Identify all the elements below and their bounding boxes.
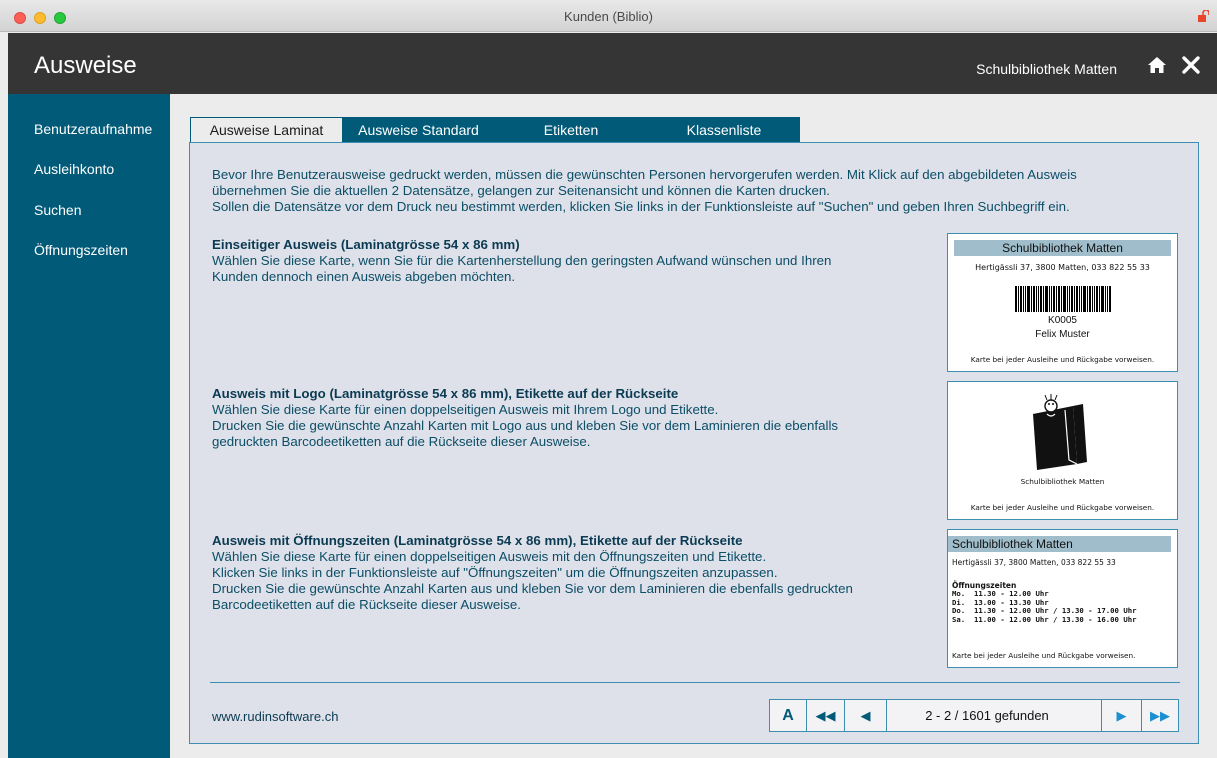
- sidebar-item-suchen[interactable]: Suchen: [34, 202, 81, 218]
- record-pager: A ◀◀ ◀ 2 - 2 / 1601 gefunden ▶ ▶▶: [769, 699, 1179, 732]
- sidebar-item-ausleihkonto[interactable]: Ausleihkonto: [34, 161, 114, 177]
- tab-ausweise-laminat[interactable]: Ausweise Laminat: [190, 117, 343, 144]
- opening-hours-row: Sa. 11.00 - 12.00 Uhr / 13.30 - 16.00 Uh…: [952, 614, 1137, 624]
- card-library: Schulbibliothek Matten: [948, 536, 1171, 552]
- card-footer: Karte bei jeder Ausleihe und Rückgabe vo…: [952, 651, 1136, 660]
- tab-ausweise-standard[interactable]: Ausweise Standard: [343, 117, 494, 143]
- section-line: Wählen Sie diese Karte für einen doppels…: [212, 549, 767, 564]
- section-einseitiger-ausweis: Einseitiger Ausweis (Laminatgrösse 54 x …: [212, 237, 932, 285]
- unlocked-icon[interactable]: [1198, 10, 1209, 22]
- record-count: 2 - 2 / 1601 gefunden: [925, 708, 1049, 723]
- section-ausweis-logo: Ausweis mit Logo (Laminatgrösse 54 x 86 …: [212, 386, 932, 450]
- app-window: Kunden (Biblio) Ausweise Schulbibliothek…: [0, 0, 1217, 758]
- card-customer-name: Felix Muster: [1035, 329, 1090, 340]
- book-logo-icon: [1033, 394, 1087, 470]
- tab-etiketten[interactable]: Etiketten: [494, 117, 648, 143]
- tab-panel: Bevor Ihre Benutzerausweise gedruckt wer…: [189, 142, 1199, 744]
- close-icon[interactable]: [1181, 55, 1201, 75]
- card-library: Schulbibliothek Matten: [954, 240, 1171, 256]
- section-ausweis-oeffnungszeiten: Ausweis mit Öffnungszeiten (Laminatgröss…: [212, 533, 932, 613]
- section-line: Wählen Sie diese Karte für einen doppels…: [212, 402, 719, 417]
- section-line: Barcodeetiketten auf die Rückseite diese…: [212, 597, 521, 612]
- intro-line: Sollen die Datensätze vor dem Druck neu …: [212, 199, 1070, 214]
- card-footer: Karte bei jeder Ausleihe und Rückgabe vo…: [970, 503, 1155, 512]
- intro-text: Bevor Ihre Benutzerausweise gedruckt wer…: [212, 167, 1182, 215]
- sidebar-item-oeffnungszeiten[interactable]: Öffnungszeiten: [34, 242, 128, 258]
- section-title: Ausweis mit Logo (Laminatgrösse 54 x 86 …: [212, 386, 679, 401]
- first-record-button[interactable]: ◀◀: [807, 700, 845, 731]
- sort-a-button[interactable]: A: [770, 700, 807, 731]
- last-record-button[interactable]: ▶▶: [1141, 700, 1178, 731]
- home-icon[interactable]: [1147, 55, 1167, 75]
- previous-record-button[interactable]: ◀: [845, 700, 887, 731]
- footer-divider: [210, 682, 1180, 683]
- sidebar-item-benutzeraufnahme[interactable]: Benutzeraufnahme: [34, 121, 152, 137]
- card-footer: Karte bei jeder Ausleihe und Rückgabe vo…: [970, 355, 1155, 364]
- library-name: Schulbibliothek Matten: [976, 61, 1117, 77]
- section-line: Drucken Sie die gewünschte Anzahl Karten…: [212, 581, 853, 596]
- card-preview-logo[interactable]: Schulbibliothek Matten Karte bei jeder A…: [947, 381, 1178, 520]
- section-line: Klicken Sie links in der Funktionsleiste…: [212, 565, 778, 580]
- next-record-button[interactable]: ▶: [1101, 700, 1141, 731]
- section-line: Drucken Sie die gewünschte Anzahl Karten…: [212, 418, 839, 433]
- page-title: Ausweise: [34, 52, 137, 79]
- tab-klassenliste[interactable]: Klassenliste: [648, 117, 800, 143]
- app-header: Ausweise Schulbibliothek Matten: [8, 33, 1217, 94]
- card-preview-oeffnungszeiten[interactable]: Schulbibliothek Matten Hertigässli 37, 3…: [947, 529, 1178, 668]
- intro-line: übernehmen Sie die aktuellen 2 Datensätz…: [212, 183, 830, 198]
- title-bar: Kunden (Biblio): [0, 0, 1217, 32]
- section-line: gedruckten Barcodeetiketten auf die Rück…: [212, 434, 591, 449]
- window-title: Kunden (Biblio): [564, 9, 653, 24]
- section-title: Ausweis mit Öffnungszeiten (Laminatgröss…: [212, 533, 743, 548]
- section-title: Einseitiger Ausweis (Laminatgrösse 54 x …: [212, 237, 520, 252]
- section-line: Wählen Sie diese Karte, wenn Sie für die…: [212, 253, 832, 268]
- section-line: Kunden dennoch einen Ausweis abgeben möc…: [212, 269, 516, 284]
- barcode-icon: [1014, 286, 1111, 312]
- card-preview-einseitig[interactable]: Schulbibliothek Matten Hertigässli 37, 3…: [947, 233, 1178, 372]
- main-content: Ausweise Laminat Ausweise Standard Etike…: [170, 94, 1217, 758]
- sidebar: Benutzeraufnahme Ausleihkonto Suchen Öff…: [8, 94, 170, 758]
- card-address: Hertigässli 37, 3800 Matten, 033 822 55 …: [975, 263, 1150, 272]
- website-link[interactable]: www.rudinsoftware.ch: [212, 709, 338, 724]
- card-address: Hertigässli 37, 3800 Matten, 033 822 55 …: [952, 558, 1116, 567]
- card-library: Schulbibliothek Matten: [1020, 477, 1105, 486]
- card-customer-id: K0005: [1048, 315, 1077, 326]
- intro-line: Bevor Ihre Benutzerausweise gedruckt wer…: [212, 167, 1077, 182]
